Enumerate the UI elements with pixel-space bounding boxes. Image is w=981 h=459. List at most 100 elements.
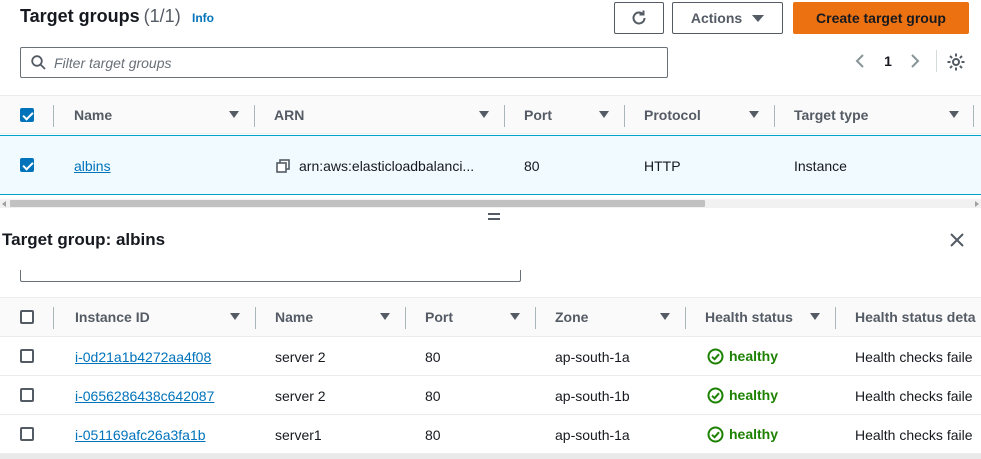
column-header-zone[interactable]: Zone xyxy=(555,309,588,325)
instance-port: 80 xyxy=(425,388,441,404)
target-group-port: 80 xyxy=(524,158,540,174)
scroll-right-arrow-icon[interactable] xyxy=(975,201,979,207)
sort-icon[interactable] xyxy=(749,111,759,118)
column-header-instance-id[interactable]: Instance ID xyxy=(75,309,150,325)
target-group-type: Instance xyxy=(794,158,847,174)
instance-zone: ap-south-1b xyxy=(555,388,630,404)
copy-icon[interactable] xyxy=(276,159,290,173)
column-divider[interactable] xyxy=(254,105,255,127)
refresh-button[interactable] xyxy=(614,2,664,34)
sort-icon[interactable] xyxy=(380,313,390,320)
instance-name: server1 xyxy=(275,427,322,443)
column-divider[interactable] xyxy=(624,105,625,127)
previous-page-button[interactable] xyxy=(852,50,868,72)
filter-target-groups[interactable] xyxy=(20,47,668,78)
column-header-arn[interactable]: ARN xyxy=(274,107,304,123)
instance-name: server 2 xyxy=(275,349,326,365)
column-header-target-type[interactable]: Target type xyxy=(794,107,868,123)
create-target-group-button[interactable]: Create target group xyxy=(793,2,969,34)
actions-label: Actions xyxy=(690,10,743,26)
chevron-left-icon xyxy=(855,54,864,68)
column-header-name[interactable]: Name xyxy=(275,309,313,325)
health-details: Health checks faile xyxy=(855,388,973,404)
sort-icon[interactable] xyxy=(599,111,609,118)
target-group-name-link[interactable]: albins xyxy=(74,158,111,174)
check-circle-icon xyxy=(707,426,724,442)
page-title: Target groups (1/1) xyxy=(20,6,181,27)
panel-resize-handle[interactable] xyxy=(487,211,501,221)
search-icon xyxy=(31,55,46,70)
sort-icon[interactable] xyxy=(230,313,240,320)
column-divider[interactable] xyxy=(535,307,536,329)
horizontal-scrollbar[interactable] xyxy=(0,454,981,459)
sort-icon[interactable] xyxy=(229,111,239,118)
caret-down-icon xyxy=(752,14,765,22)
select-all-checkbox[interactable] xyxy=(20,108,34,122)
check-circle-icon xyxy=(707,387,724,403)
instance-id-link[interactable]: i-051169afc26a3fa1b xyxy=(75,427,206,443)
info-link[interactable]: Info xyxy=(192,11,214,25)
health-details: Health checks faile xyxy=(855,349,973,365)
actions-button[interactable]: Actions xyxy=(672,2,783,34)
instance-id-link[interactable]: i-0656286438c642087 xyxy=(75,388,214,404)
column-divider[interactable] xyxy=(405,307,406,329)
column-divider xyxy=(53,105,54,127)
column-header-port[interactable]: Port xyxy=(425,309,453,325)
instance-name: server 2 xyxy=(275,388,326,404)
table-header: Instance ID Name Port Zone Health status… xyxy=(0,297,981,337)
table-row[interactable]: i-051169afc26a3fa1b server1 80 ap-south-… xyxy=(0,415,981,454)
refresh-icon xyxy=(632,10,646,25)
row-select-checkbox[interactable] xyxy=(20,388,34,402)
row-select-checkbox[interactable] xyxy=(20,427,34,441)
health-status-badge: healthy xyxy=(693,376,789,414)
page-title-text: Target groups xyxy=(20,6,140,26)
page-number-button[interactable]: 1 xyxy=(880,50,896,72)
table-row[interactable]: albins arn:aws:elasticloadbalanci... 80 … xyxy=(0,135,981,195)
panel-header-background xyxy=(0,254,981,270)
horizontal-scrollbar[interactable] xyxy=(0,199,981,208)
chevron-right-icon xyxy=(911,54,920,68)
filter-input[interactable] xyxy=(54,54,654,71)
table-row[interactable]: i-0656286438c642087 server 2 80 ap-south… xyxy=(0,376,981,415)
column-header-protocol[interactable]: Protocol xyxy=(644,107,701,123)
column-divider[interactable] xyxy=(504,105,505,127)
sort-icon[interactable] xyxy=(810,313,820,320)
column-header-health-status[interactable]: Health status xyxy=(705,309,793,325)
column-header-port[interactable]: Port xyxy=(524,107,552,123)
column-divider[interactable] xyxy=(973,105,974,127)
check-circle-icon xyxy=(707,348,724,364)
details-panel-title: Target group: albins xyxy=(2,230,166,249)
table-row[interactable]: i-0d21a1b4272aa4f08 server 2 80 ap-south… xyxy=(0,337,981,376)
column-divider[interactable] xyxy=(774,105,775,127)
sort-icon[interactable] xyxy=(660,313,670,320)
target-groups-header: Target groups (1/1) Info Actions Create t… xyxy=(0,0,981,40)
sort-icon[interactable] xyxy=(510,313,520,320)
health-details: Health checks faile xyxy=(855,427,973,443)
scroll-left-arrow-icon[interactable] xyxy=(2,201,6,207)
target-group-arn: arn:aws:elasticloadbalanci... xyxy=(299,158,475,174)
health-status-badge: healthy xyxy=(693,415,789,453)
sort-icon[interactable] xyxy=(949,111,959,118)
next-page-button[interactable] xyxy=(907,50,923,72)
sort-icon[interactable] xyxy=(479,111,489,118)
column-divider[interactable] xyxy=(685,307,686,329)
health-status-text: healthy xyxy=(729,426,779,442)
column-divider xyxy=(53,307,54,329)
instance-zone: ap-south-1a xyxy=(555,427,630,443)
instance-port: 80 xyxy=(425,427,441,443)
instance-id-link[interactable]: i-0d21a1b4272aa4f08 xyxy=(75,349,211,365)
selection-count: (1/1) xyxy=(143,6,181,26)
column-divider[interactable] xyxy=(835,307,836,329)
close-icon[interactable] xyxy=(948,231,966,249)
column-header-name[interactable]: Name xyxy=(74,107,112,123)
instance-port: 80 xyxy=(425,349,441,365)
column-divider[interactable] xyxy=(255,307,256,329)
column-header-health-details[interactable]: Health status deta xyxy=(855,309,976,325)
select-all-checkbox[interactable] xyxy=(20,310,34,324)
row-select-checkbox[interactable] xyxy=(20,158,34,172)
row-select-checkbox[interactable] xyxy=(20,349,34,363)
instance-zone: ap-south-1a xyxy=(555,349,630,365)
scrollbar-thumb[interactable] xyxy=(10,200,705,207)
table-header: Name ARN Port Protocol Target type xyxy=(0,95,981,134)
gear-icon[interactable] xyxy=(946,52,966,72)
